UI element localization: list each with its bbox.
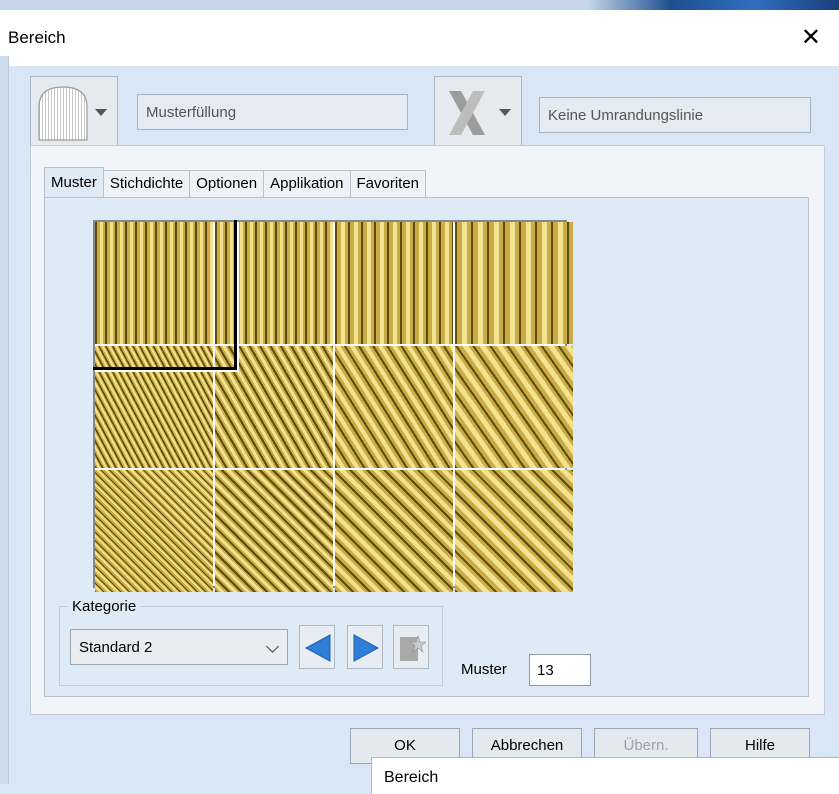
- pattern-swatch[interactable]: [455, 222, 573, 344]
- muster-label: Muster: [461, 661, 507, 678]
- chevron-down-icon: [499, 109, 511, 116]
- next-category-button[interactable]: [347, 625, 383, 669]
- pattern-swatch[interactable]: [335, 222, 453, 344]
- fill-type-field: Musterfüllung: [137, 94, 408, 130]
- arrow-right-icon: [353, 634, 380, 662]
- title-bar: Bereich ✕: [0, 10, 839, 66]
- tab-bar: Muster Stichdichte Optionen Applikation …: [44, 167, 427, 197]
- tab-stichdichte[interactable]: Stichdichte: [102, 170, 191, 197]
- kategorie-value: Standard 2: [79, 639, 153, 656]
- border-type-field: Keine Umrandungslinie: [539, 97, 811, 133]
- pattern-swatch[interactable]: [335, 346, 453, 468]
- border-type-button[interactable]: [434, 76, 522, 148]
- kategorie-label: Kategorie: [68, 598, 141, 615]
- secondary-window: Bereich: [371, 757, 839, 794]
- pattern-grid: [93, 220, 573, 592]
- pattern-swatch[interactable]: [215, 346, 333, 468]
- star-icon: [400, 635, 426, 661]
- fill-type-button[interactable]: [30, 76, 118, 148]
- pattern-fill-icon: [38, 86, 88, 141]
- pattern-swatch[interactable]: [455, 346, 573, 468]
- chevron-down-icon: [95, 109, 107, 116]
- muster-number-field[interactable]: 13: [529, 654, 591, 686]
- pattern-swatch[interactable]: [335, 470, 453, 592]
- pattern-swatch[interactable]: [95, 346, 213, 468]
- left-edge: [0, 56, 9, 784]
- no-border-icon: [449, 91, 485, 135]
- secondary-window-title: Bereich: [384, 769, 439, 786]
- pattern-swatch[interactable]: [95, 222, 213, 344]
- tab-muster[interactable]: Muster: [44, 167, 104, 197]
- chevron-down-icon: [266, 640, 279, 653]
- pattern-swatch[interactable]: [215, 222, 333, 344]
- tab-optionen[interactable]: Optionen: [189, 170, 265, 197]
- previous-category-button[interactable]: [299, 625, 335, 669]
- tab-applikation[interactable]: Applikation: [263, 170, 351, 197]
- favorite-star-button[interactable]: [393, 625, 429, 669]
- pattern-swatch[interactable]: [95, 470, 213, 592]
- dialog-title: Bereich: [8, 28, 66, 47]
- kategorie-select[interactable]: Standard 2: [70, 629, 288, 665]
- close-icon[interactable]: ✕: [801, 20, 821, 56]
- pattern-swatch[interactable]: [215, 470, 333, 592]
- tab-favoriten[interactable]: Favoriten: [349, 170, 427, 197]
- arrow-left-icon: [304, 634, 331, 662]
- pattern-swatch[interactable]: [455, 470, 573, 592]
